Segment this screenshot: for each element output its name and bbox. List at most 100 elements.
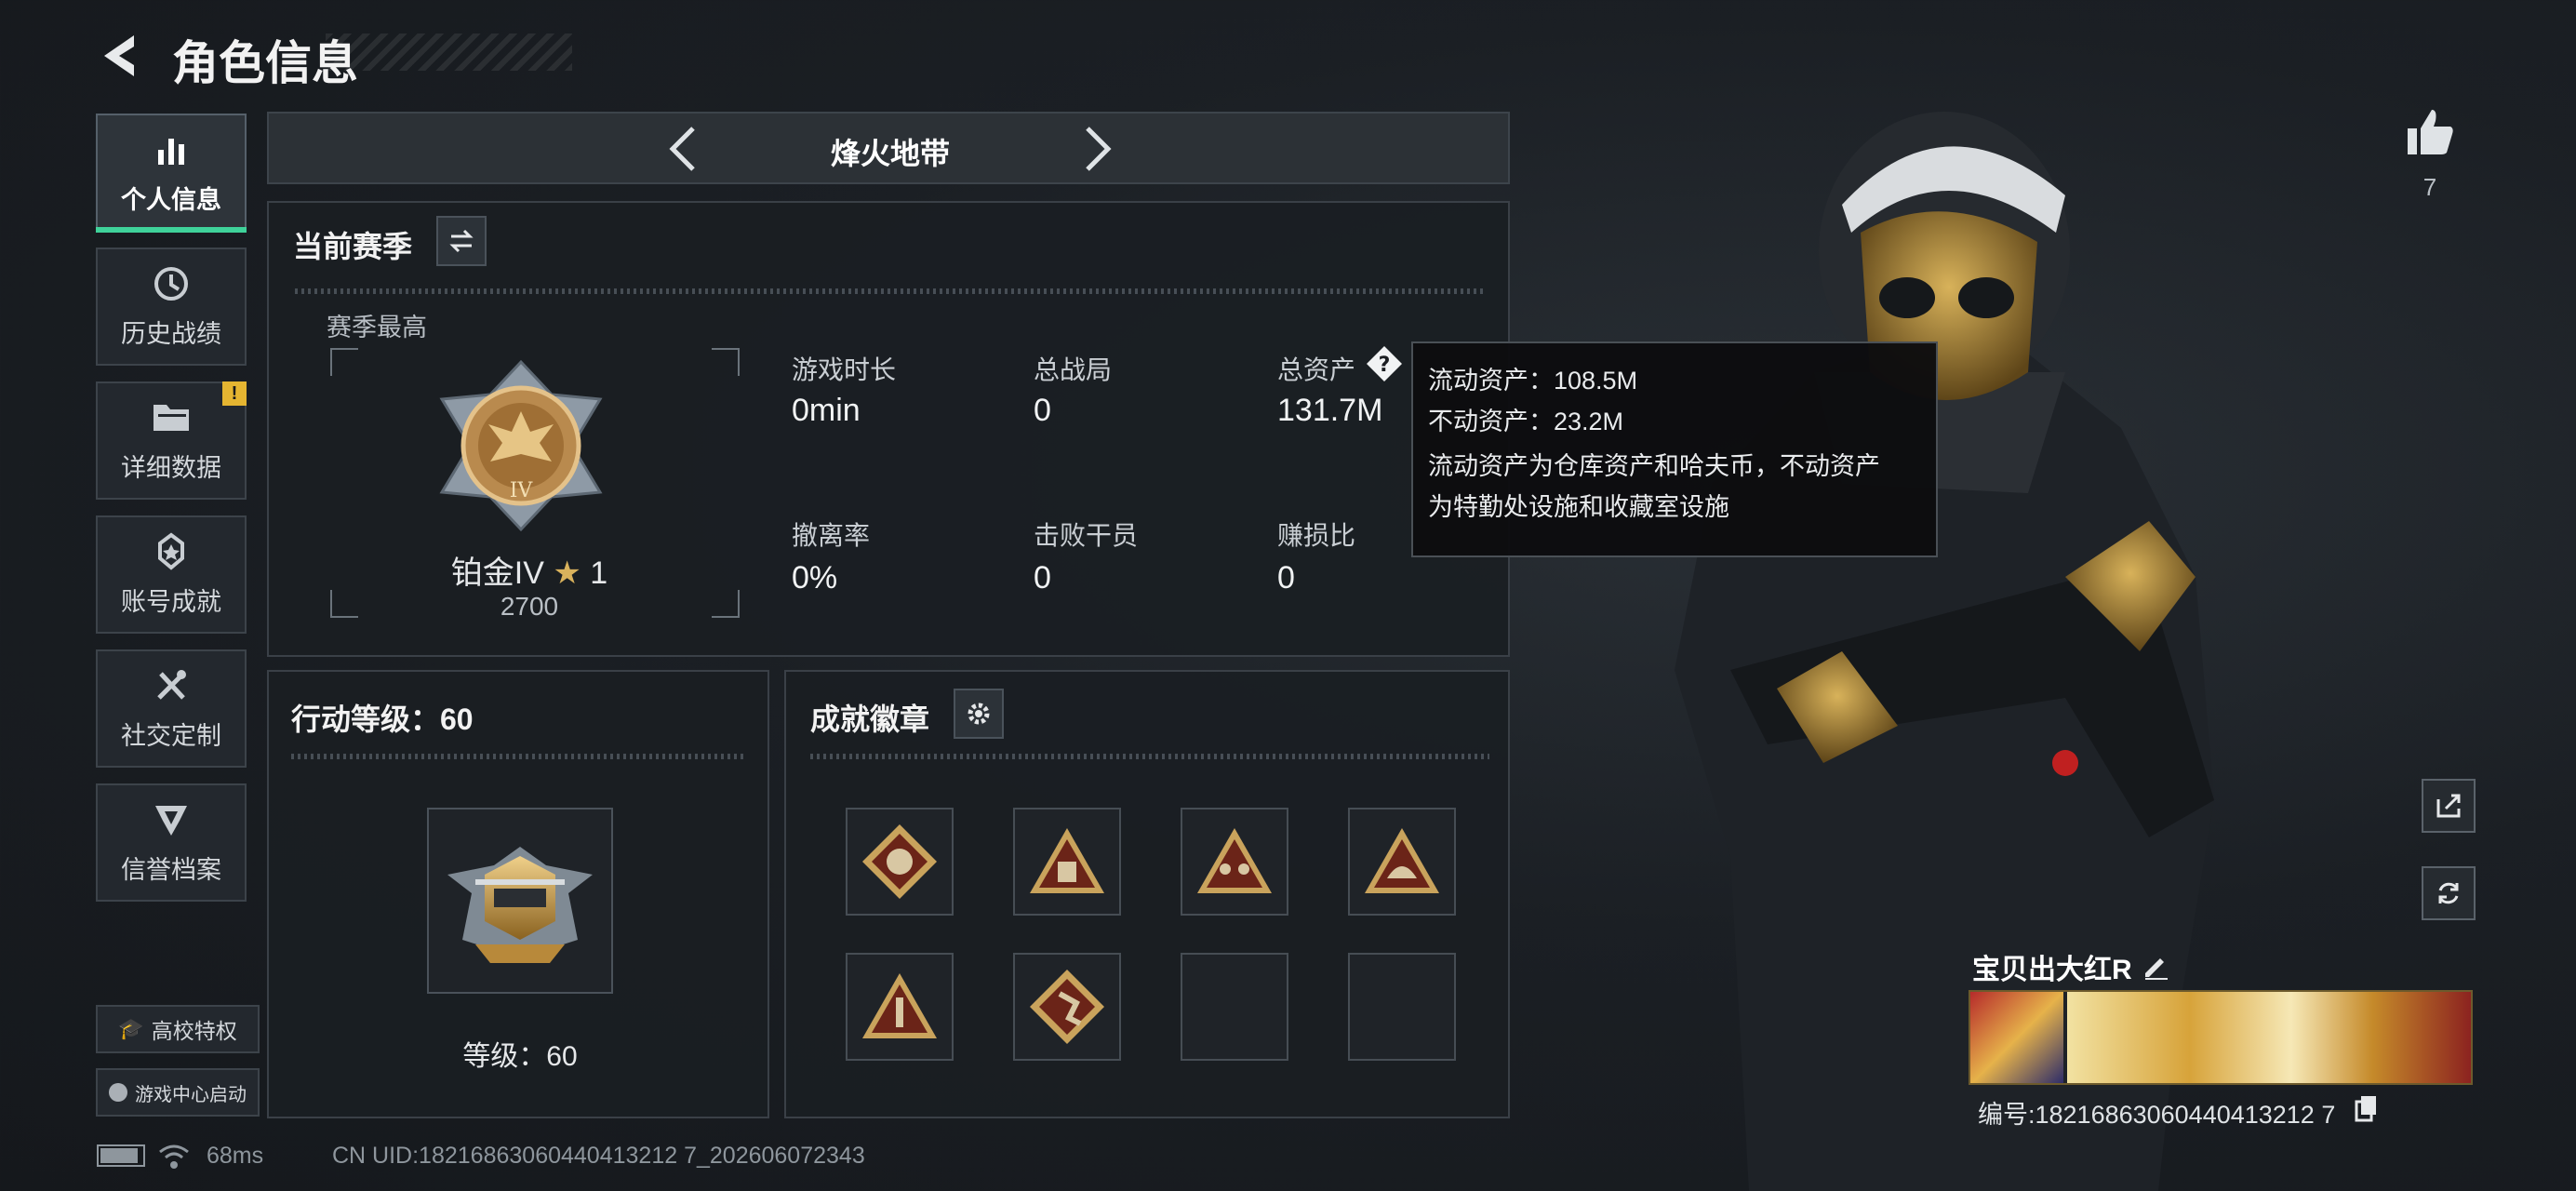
pencil-icon bbox=[2145, 958, 2168, 980]
dragon-badge-icon bbox=[862, 824, 937, 899]
stat-value: 0min bbox=[792, 393, 861, 428]
badge-slot[interactable] bbox=[846, 808, 954, 916]
sidebar-item-label: 信誉档案 bbox=[121, 856, 221, 884]
stat-value: 0 bbox=[1034, 393, 1051, 428]
campus-privilege-button[interactable]: 🎓 高校特权 bbox=[96, 1005, 260, 1053]
badge-slot-empty[interactable] bbox=[1181, 953, 1288, 1061]
assets-tooltip: 流动资产：108.5M 不动资产：23.2M 流动资产为仓库资产和哈夫币，不动资… bbox=[1411, 341, 1938, 557]
copy-icon bbox=[2355, 1096, 2376, 1122]
mode-selector: 烽火地带 bbox=[267, 112, 1510, 184]
sidebar-item-reputation[interactable]: 信誉档案 bbox=[96, 783, 247, 902]
achievement-icon bbox=[151, 531, 192, 572]
refresh-button[interactable] bbox=[2422, 866, 2476, 920]
sidebar-item-history[interactable]: 历史战绩 bbox=[96, 248, 247, 366]
badge-slot[interactable] bbox=[1013, 953, 1121, 1061]
rank-stars: 1 bbox=[590, 555, 608, 591]
action-level-title: 行动等级：60 bbox=[291, 703, 474, 736]
banner-art bbox=[2067, 992, 2471, 1083]
bar-chart-icon bbox=[151, 129, 192, 170]
back-arrow-icon bbox=[104, 35, 134, 76]
achievement-title: 成就徽章 bbox=[810, 703, 930, 736]
wifi-icon bbox=[158, 1143, 190, 1171]
stat-label: 撤离率 bbox=[792, 521, 871, 550]
help-button[interactable]: ? bbox=[1365, 344, 1404, 383]
sidebar-item-label: 社交定制 bbox=[121, 722, 221, 750]
stat-label: 赚损比 bbox=[1277, 521, 1356, 550]
sidebar-item-personal-info[interactable]: 个人信息 bbox=[96, 114, 247, 232]
frame-corner bbox=[712, 348, 740, 376]
help-icon: ? bbox=[1367, 346, 1402, 381]
copy-id-button[interactable] bbox=[2354, 1094, 2380, 1122]
runner-badge-icon bbox=[1030, 970, 1104, 1044]
rocket-badge-icon bbox=[862, 973, 937, 1038]
sidebar-item-label: 历史战绩 bbox=[121, 320, 221, 348]
stat-label: 总资产 bbox=[1277, 355, 1356, 384]
ping-value: 68ms bbox=[207, 1143, 264, 1169]
helmet-badge-icon bbox=[1365, 828, 1439, 893]
history-icon bbox=[151, 263, 192, 304]
warehouse-badge-icon bbox=[1030, 828, 1104, 893]
warning-badge: ! bbox=[222, 381, 247, 406]
tooltip-description-cont: 为特勤处设施和收藏室设施 bbox=[1428, 493, 1729, 521]
sidebar-item-label: 账号成就 bbox=[121, 588, 221, 616]
reputation-icon bbox=[151, 799, 192, 840]
title-decoration bbox=[326, 33, 572, 71]
banner-avatar bbox=[1970, 992, 2063, 1083]
gear-icon bbox=[968, 703, 990, 725]
thumbs-up-icon bbox=[2408, 110, 2453, 154]
back-button[interactable] bbox=[93, 28, 149, 84]
switch-season-button[interactable] bbox=[436, 216, 487, 266]
game-center-icon bbox=[109, 1083, 127, 1102]
next-mode-button[interactable] bbox=[1069, 123, 1121, 175]
sidebar-item-social[interactable]: 社交定制 bbox=[96, 649, 247, 768]
level-text: 等级：60 bbox=[462, 1041, 578, 1072]
sidebar-item-label: 个人信息 bbox=[121, 186, 221, 214]
tools-icon bbox=[151, 665, 192, 706]
frame-corner bbox=[330, 590, 358, 618]
stat-value: 0% bbox=[792, 560, 838, 596]
stat-label: 游戏时长 bbox=[792, 355, 897, 384]
badge-slot[interactable] bbox=[1348, 808, 1456, 916]
sidebar-item-details[interactable]: ! 详细数据 bbox=[96, 381, 247, 500]
stat-value: 0 bbox=[1034, 560, 1051, 596]
rank-score: 2700 bbox=[500, 592, 559, 621]
level-emblem-frame bbox=[427, 808, 613, 994]
like-button[interactable] bbox=[2402, 104, 2458, 160]
divider bbox=[291, 754, 747, 759]
badge-slot[interactable] bbox=[846, 953, 954, 1061]
campus-label: 高校特权 bbox=[151, 1019, 237, 1043]
profile-banner[interactable] bbox=[1969, 990, 2473, 1085]
action-level-panel: 行动等级：60 等级：60 bbox=[267, 670, 769, 1118]
badge-slot[interactable] bbox=[1181, 808, 1288, 916]
star-icon: ★ bbox=[553, 555, 581, 591]
tooltip-liquid-assets: 流动资产：108.5M bbox=[1428, 367, 1638, 395]
mode-title: 烽火地带 bbox=[830, 137, 950, 170]
game-center-button[interactable]: 游戏中心启动 bbox=[96, 1068, 260, 1117]
frame-corner bbox=[330, 348, 358, 376]
sidebar-item-label: 详细数据 bbox=[121, 454, 221, 482]
game-center-label: 游戏中心启动 bbox=[135, 1084, 247, 1105]
rank-line: 铂金IV ★ 1 bbox=[436, 547, 622, 593]
achievement-panel: 成就徽章 bbox=[784, 670, 1510, 1118]
squad-badge-icon bbox=[1197, 828, 1272, 893]
svg-text:IV: IV bbox=[510, 479, 534, 502]
tooltip-fixed-assets: 不动资产：23.2M bbox=[1428, 408, 1624, 435]
battery-icon bbox=[97, 1144, 145, 1167]
badge-slot[interactable] bbox=[1013, 808, 1121, 916]
season-panel: 当前赛季 赛季最高 IV 铂金IV ★ 1 2700 游戏时长 0min 总战局… bbox=[267, 201, 1510, 657]
season-peak-label: 赛季最高 bbox=[327, 314, 427, 341]
badge-slot-empty[interactable] bbox=[1348, 953, 1456, 1061]
badge-settings-button[interactable] bbox=[954, 689, 1004, 739]
frame-corner bbox=[712, 590, 740, 618]
level-emblem bbox=[447, 847, 593, 963]
folder-icon bbox=[151, 397, 192, 438]
edit-name-button[interactable] bbox=[2140, 949, 2171, 981]
tooltip-description: 流动资产为仓库资产和哈夫币，不动资产 bbox=[1428, 452, 1880, 480]
sidebar-item-achievements[interactable]: 账号成就 bbox=[96, 515, 247, 634]
rank-name: 铂金IV bbox=[450, 555, 544, 591]
share-button[interactable] bbox=[2422, 779, 2476, 833]
stat-label: 总战局 bbox=[1034, 355, 1113, 384]
svg-text:?: ? bbox=[1379, 354, 1391, 377]
campus-icon: 🎓 bbox=[118, 1017, 144, 1040]
like-count: 7 bbox=[2423, 173, 2437, 201]
